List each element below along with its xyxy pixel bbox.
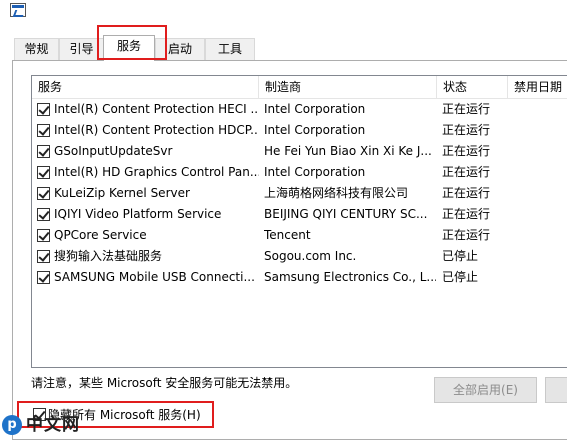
service-name: Intel(R) HD Graphics Control Pan... bbox=[54, 165, 259, 179]
service-name: SAMSUNG Mobile USB Connecti... bbox=[54, 270, 255, 284]
security-note: 请注意，某些 Microsoft 安全服务可能无法禁用。 bbox=[31, 376, 298, 390]
service-status: 正在运行 bbox=[442, 207, 491, 221]
service-maker: He Fei Yun Biao Xin Xi Ke J... bbox=[264, 144, 432, 158]
service-checkbox[interactable] bbox=[37, 250, 50, 263]
column-disabled-date[interactable]: 禁用日期 bbox=[508, 76, 567, 98]
column-status[interactable]: 状态 bbox=[437, 76, 508, 98]
service-checkbox[interactable] bbox=[37, 187, 50, 200]
service-maker: Intel Corporation bbox=[264, 102, 366, 116]
window-titlebar bbox=[0, 0, 567, 30]
service-name: 搜狗输入法基础服务 bbox=[54, 249, 163, 263]
php-logo-icon: p bbox=[2, 415, 22, 435]
tab-tools[interactable]: 工具 bbox=[205, 38, 255, 60]
service-status: 正在运行 bbox=[442, 102, 491, 116]
watermark: p 中文网 bbox=[2, 414, 92, 436]
list-header: 服务 制造商 状态 禁用日期 bbox=[32, 76, 567, 99]
tab-strip: 常规 引导 服务 启动 工具 bbox=[0, 35, 567, 61]
service-status: 正在运行 bbox=[442, 144, 491, 158]
list-item[interactable]: Intel(R) HD Graphics Control Pan... Inte… bbox=[32, 162, 567, 183]
service-maker: Samsung Electronics Co., L... bbox=[264, 270, 436, 284]
list-item[interactable]: SAMSUNG Mobile USB Connecti... Samsung E… bbox=[32, 267, 567, 288]
list-item[interactable]: QPCore Service Tencent 正在运行 bbox=[32, 225, 567, 246]
service-status: 正在运行 bbox=[442, 123, 491, 137]
list-rows: Intel(R) Content Protection HECI ... Int… bbox=[32, 99, 567, 288]
service-name: Intel(R) Content Protection HDCP... bbox=[54, 123, 259, 137]
service-checkbox[interactable] bbox=[37, 166, 50, 179]
service-checkbox[interactable] bbox=[37, 229, 50, 242]
service-name: Intel(R) Content Protection HECI ... bbox=[54, 102, 259, 116]
service-status: 正在运行 bbox=[442, 165, 491, 179]
tab-boot[interactable]: 引导 bbox=[59, 38, 104, 60]
service-maker: BEIJING QIYI CENTURY SC... bbox=[264, 207, 428, 221]
service-maker: Intel Corporation bbox=[264, 165, 366, 179]
service-maker: Tencent bbox=[264, 228, 311, 242]
list-item[interactable]: GSoInputUpdateSvr He Fei Yun Biao Xin Xi… bbox=[32, 141, 567, 162]
tab-startup[interactable]: 启动 bbox=[155, 38, 205, 60]
watermark-text: 中文网 bbox=[26, 415, 80, 435]
column-manufacturer[interactable]: 制造商 bbox=[259, 76, 437, 98]
service-checkbox[interactable] bbox=[37, 124, 50, 137]
msconfig-icon bbox=[10, 3, 26, 17]
service-maker: Intel Corporation bbox=[264, 123, 366, 137]
service-status: 正在运行 bbox=[442, 228, 491, 242]
list-item[interactable]: IQIYI Video Platform Service BEIJING QIY… bbox=[32, 204, 567, 225]
service-checkbox[interactable] bbox=[37, 271, 50, 284]
service-name: IQIYI Video Platform Service bbox=[54, 207, 222, 221]
service-checkbox[interactable] bbox=[37, 103, 50, 116]
service-maker: 上海萌格网络科技有限公司 bbox=[264, 186, 409, 200]
service-name: GSoInputUpdateSvr bbox=[54, 144, 173, 158]
service-status: 已停止 bbox=[442, 249, 479, 263]
enable-all-button[interactable]: 全部启用(E) bbox=[434, 377, 537, 403]
list-item[interactable]: Intel(R) Content Protection HDCP... Inte… bbox=[32, 120, 567, 141]
service-name: KuLeiZip Kernel Server bbox=[54, 186, 190, 200]
service-status: 已停止 bbox=[442, 270, 479, 284]
list-item[interactable]: Intel(R) Content Protection HECI ... Int… bbox=[32, 99, 567, 120]
tab-general[interactable]: 常规 bbox=[14, 38, 59, 60]
services-list[interactable]: 服务 制造商 状态 禁用日期 Intel(R) Content Protecti… bbox=[31, 75, 567, 368]
service-checkbox[interactable] bbox=[37, 208, 50, 221]
service-maker: Sogou.com Inc. bbox=[264, 249, 357, 263]
service-name: QPCore Service bbox=[54, 228, 147, 242]
service-status: 正在运行 bbox=[442, 186, 491, 200]
list-item[interactable]: 搜狗输入法基础服务 Sogou.com Inc. 已停止 bbox=[32, 246, 567, 267]
service-checkbox[interactable] bbox=[37, 145, 50, 158]
tab-services[interactable]: 服务 bbox=[103, 35, 155, 61]
list-item[interactable]: KuLeiZip Kernel Server 上海萌格网络科技有限公司 正在运行 bbox=[32, 183, 567, 204]
column-service[interactable]: 服务 bbox=[32, 76, 259, 98]
disable-all-button[interactable] bbox=[545, 377, 567, 403]
